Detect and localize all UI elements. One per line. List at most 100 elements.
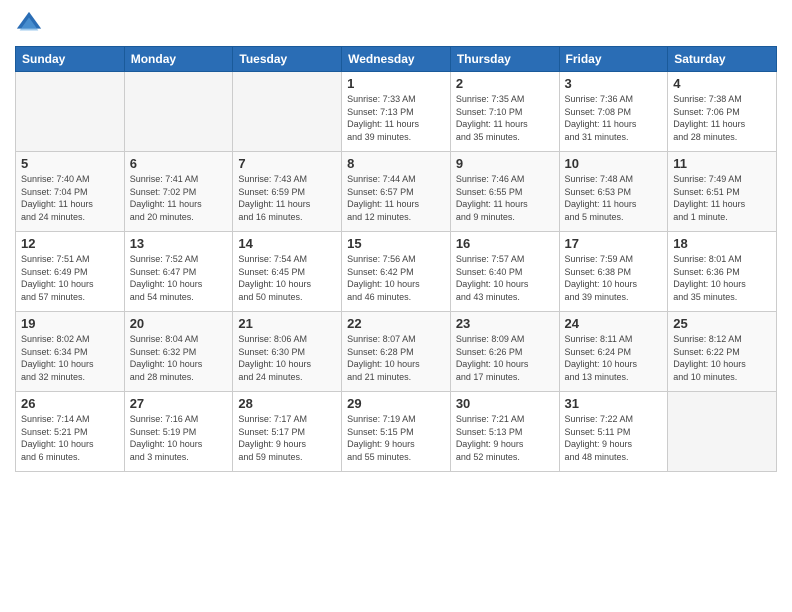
day-info: Sunrise: 8:09 AM Sunset: 6:26 PM Dayligh… xyxy=(456,333,554,383)
day-number: 1 xyxy=(347,76,445,91)
day-info: Sunrise: 7:17 AM Sunset: 5:17 PM Dayligh… xyxy=(238,413,336,463)
day-number: 12 xyxy=(21,236,119,251)
calendar-cell: 31 Sunrise: 7:22 AM Sunset: 5:11 PM Dayli… xyxy=(559,392,668,472)
logo-icon xyxy=(15,10,43,38)
day-info: Sunrise: 7:51 AM Sunset: 6:49 PM Dayligh… xyxy=(21,253,119,303)
day-info: Sunrise: 7:44 AM Sunset: 6:57 PM Dayligh… xyxy=(347,173,445,223)
calendar-cell: 22 Sunrise: 8:07 AM Sunset: 6:28 PM Dayli… xyxy=(342,312,451,392)
day-number: 13 xyxy=(130,236,228,251)
day-number: 21 xyxy=(238,316,336,331)
calendar-cell: 26 Sunrise: 7:14 AM Sunset: 5:21 PM Dayli… xyxy=(16,392,125,472)
weekday-header-row: SundayMondayTuesdayWednesdayThursdayFrid… xyxy=(16,47,777,72)
calendar-cell: 8 Sunrise: 7:44 AM Sunset: 6:57 PM Daylig… xyxy=(342,152,451,232)
weekday-monday: Monday xyxy=(124,47,233,72)
day-number: 23 xyxy=(456,316,554,331)
day-info: Sunrise: 8:04 AM Sunset: 6:32 PM Dayligh… xyxy=(130,333,228,383)
weekday-saturday: Saturday xyxy=(668,47,777,72)
weekday-friday: Friday xyxy=(559,47,668,72)
day-info: Sunrise: 7:49 AM Sunset: 6:51 PM Dayligh… xyxy=(673,173,771,223)
calendar-cell: 17Sunrise: 7:59 AM Sunset: 6:38 PM Dayli… xyxy=(559,232,668,312)
day-info: Sunrise: 7:48 AM Sunset: 6:53 PM Dayligh… xyxy=(565,173,663,223)
day-info: Sunrise: 8:06 AM Sunset: 6:30 PM Dayligh… xyxy=(238,333,336,383)
day-number: 20 xyxy=(130,316,228,331)
calendar-cell: 12 Sunrise: 7:51 AM Sunset: 6:49 PM Dayli… xyxy=(16,232,125,312)
calendar-cell: 29 Sunrise: 7:19 AM Sunset: 5:15 PM Dayli… xyxy=(342,392,451,472)
day-number: 5 xyxy=(21,156,119,171)
day-info: Sunrise: 7:19 AM Sunset: 5:15 PM Dayligh… xyxy=(347,413,445,463)
day-info: Sunrise: 7:57 AM Sunset: 6:40 PM Dayligh… xyxy=(456,253,554,303)
day-info: Sunrise: 8:07 AM Sunset: 6:28 PM Dayligh… xyxy=(347,333,445,383)
calendar-cell xyxy=(233,72,342,152)
day-number: 26 xyxy=(21,396,119,411)
day-number: 28 xyxy=(238,396,336,411)
day-number: 3 xyxy=(565,76,663,91)
day-number: 14 xyxy=(238,236,336,251)
calendar-cell: 11 Sunrise: 7:49 AM Sunset: 6:51 PM Dayli… xyxy=(668,152,777,232)
calendar-cell: 23 Sunrise: 8:09 AM Sunset: 6:26 PM Dayli… xyxy=(450,312,559,392)
calendar-cell: 19Sunrise: 8:02 AM Sunset: 6:34 PM Dayli… xyxy=(16,312,125,392)
day-info: Sunrise: 7:35 AM Sunset: 7:10 PM Dayligh… xyxy=(456,93,554,143)
calendar-cell: 15 Sunrise: 7:56 AM Sunset: 6:42 PM Dayli… xyxy=(342,232,451,312)
day-number: 30 xyxy=(456,396,554,411)
day-number: 4 xyxy=(673,76,771,91)
calendar-cell: 9 Sunrise: 7:46 AM Sunset: 6:55 PM Daylig… xyxy=(450,152,559,232)
day-number: 27 xyxy=(130,396,228,411)
day-info: Sunrise: 7:16 AM Sunset: 5:19 PM Dayligh… xyxy=(130,413,228,463)
day-number: 24 xyxy=(565,316,663,331)
calendar-cell: 5 Sunrise: 7:40 AM Sunset: 7:04 PM Daylig… xyxy=(16,152,125,232)
day-number: 29 xyxy=(347,396,445,411)
weekday-thursday: Thursday xyxy=(450,47,559,72)
calendar-cell: 16Sunrise: 7:57 AM Sunset: 6:40 PM Dayli… xyxy=(450,232,559,312)
day-number: 2 xyxy=(456,76,554,91)
day-info: Sunrise: 7:33 AM Sunset: 7:13 PM Dayligh… xyxy=(347,93,445,143)
day-info: Sunrise: 7:43 AM Sunset: 6:59 PM Dayligh… xyxy=(238,173,336,223)
header xyxy=(15,10,777,38)
day-info: Sunrise: 7:41 AM Sunset: 7:02 PM Dayligh… xyxy=(130,173,228,223)
calendar-cell: 21 Sunrise: 8:06 AM Sunset: 6:30 PM Dayli… xyxy=(233,312,342,392)
day-info: Sunrise: 7:14 AM Sunset: 5:21 PM Dayligh… xyxy=(21,413,119,463)
day-number: 9 xyxy=(456,156,554,171)
day-info: Sunrise: 7:52 AM Sunset: 6:47 PM Dayligh… xyxy=(130,253,228,303)
week-row-3: 19Sunrise: 8:02 AM Sunset: 6:34 PM Dayli… xyxy=(16,312,777,392)
calendar-cell: 25 Sunrise: 8:12 AM Sunset: 6:22 PM Dayli… xyxy=(668,312,777,392)
day-info: Sunrise: 7:56 AM Sunset: 6:42 PM Dayligh… xyxy=(347,253,445,303)
calendar-cell xyxy=(124,72,233,152)
day-info: Sunrise: 7:36 AM Sunset: 7:08 PM Dayligh… xyxy=(565,93,663,143)
calendar-cell: 4 Sunrise: 7:38 AM Sunset: 7:06 PM Daylig… xyxy=(668,72,777,152)
logo xyxy=(15,10,47,38)
page: SundayMondayTuesdayWednesdayThursdayFrid… xyxy=(0,0,792,612)
day-number: 6 xyxy=(130,156,228,171)
day-info: Sunrise: 7:38 AM Sunset: 7:06 PM Dayligh… xyxy=(673,93,771,143)
day-info: Sunrise: 7:46 AM Sunset: 6:55 PM Dayligh… xyxy=(456,173,554,223)
day-info: Sunrise: 8:11 AM Sunset: 6:24 PM Dayligh… xyxy=(565,333,663,383)
day-info: Sunrise: 7:21 AM Sunset: 5:13 PM Dayligh… xyxy=(456,413,554,463)
calendar-cell: 6 Sunrise: 7:41 AM Sunset: 7:02 PM Daylig… xyxy=(124,152,233,232)
calendar-cell: 1 Sunrise: 7:33 AM Sunset: 7:13 PM Daylig… xyxy=(342,72,451,152)
weekday-wednesday: Wednesday xyxy=(342,47,451,72)
day-number: 31 xyxy=(565,396,663,411)
calendar-cell: 28 Sunrise: 7:17 AM Sunset: 5:17 PM Dayli… xyxy=(233,392,342,472)
day-number: 15 xyxy=(347,236,445,251)
day-info: Sunrise: 7:22 AM Sunset: 5:11 PM Dayligh… xyxy=(565,413,663,463)
day-number: 25 xyxy=(673,316,771,331)
day-number: 7 xyxy=(238,156,336,171)
calendar-cell xyxy=(668,392,777,472)
week-row-2: 12 Sunrise: 7:51 AM Sunset: 6:49 PM Dayli… xyxy=(16,232,777,312)
calendar-cell: 14 Sunrise: 7:54 AM Sunset: 6:45 PM Dayli… xyxy=(233,232,342,312)
week-row-0: 1 Sunrise: 7:33 AM Sunset: 7:13 PM Daylig… xyxy=(16,72,777,152)
day-info: Sunrise: 8:12 AM Sunset: 6:22 PM Dayligh… xyxy=(673,333,771,383)
day-info: Sunrise: 7:59 AM Sunset: 6:38 PM Dayligh… xyxy=(565,253,663,303)
weekday-sunday: Sunday xyxy=(16,47,125,72)
day-number: 8 xyxy=(347,156,445,171)
day-info: Sunrise: 8:01 AM Sunset: 6:36 PM Dayligh… xyxy=(673,253,771,303)
day-info: Sunrise: 7:40 AM Sunset: 7:04 PM Dayligh… xyxy=(21,173,119,223)
week-row-4: 26 Sunrise: 7:14 AM Sunset: 5:21 PM Dayli… xyxy=(16,392,777,472)
calendar-cell: 3 Sunrise: 7:36 AM Sunset: 7:08 PM Daylig… xyxy=(559,72,668,152)
week-row-1: 5 Sunrise: 7:40 AM Sunset: 7:04 PM Daylig… xyxy=(16,152,777,232)
day-number: 19 xyxy=(21,316,119,331)
day-number: 22 xyxy=(347,316,445,331)
calendar-cell: 20 Sunrise: 8:04 AM Sunset: 6:32 PM Dayli… xyxy=(124,312,233,392)
calendar-cell: 7 Sunrise: 7:43 AM Sunset: 6:59 PM Daylig… xyxy=(233,152,342,232)
day-info: Sunrise: 7:54 AM Sunset: 6:45 PM Dayligh… xyxy=(238,253,336,303)
day-number: 11 xyxy=(673,156,771,171)
